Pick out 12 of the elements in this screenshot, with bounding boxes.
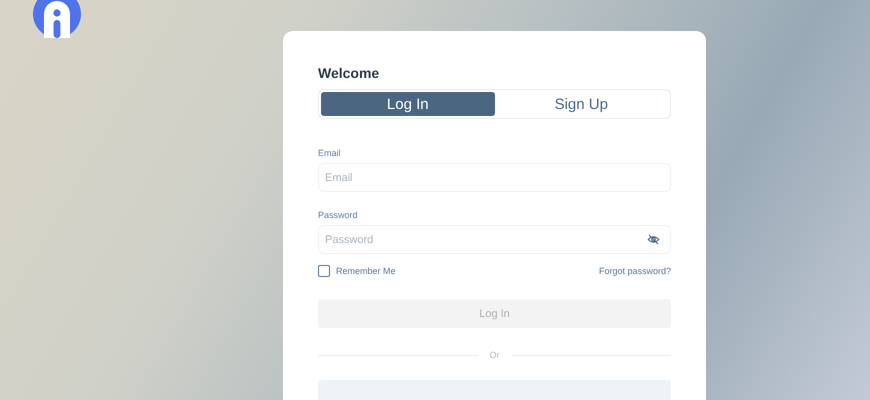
forgot-password-link[interactable]: Forgot password? — [598, 266, 671, 276]
hidden-eye-icon[interactable] — [647, 233, 660, 246]
password-field[interactable]: Password — [318, 225, 671, 254]
logo-icon — [33, 0, 81, 38]
welcome-heading: Welcome — [318, 65, 380, 81]
tab[interactable]: Log In — [321, 92, 494, 116]
email-field[interactable]: Email — [318, 163, 671, 192]
divider-label: Or — [490, 350, 500, 360]
field-label: Password — [318, 210, 359, 220]
field-label: Email — [318, 148, 342, 158]
remember-label: Remember Me — [336, 266, 396, 276]
remember-checkbox[interactable] — [318, 265, 330, 277]
